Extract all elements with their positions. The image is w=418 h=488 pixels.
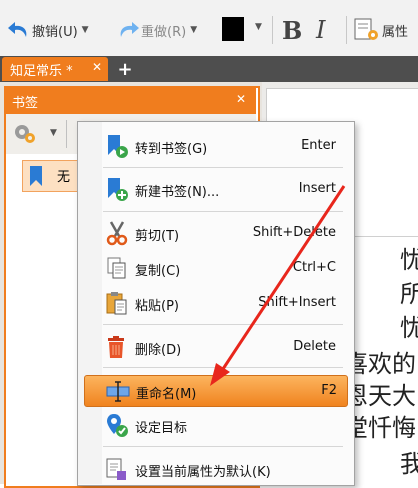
annotation-arrow [210, 185, 346, 386]
